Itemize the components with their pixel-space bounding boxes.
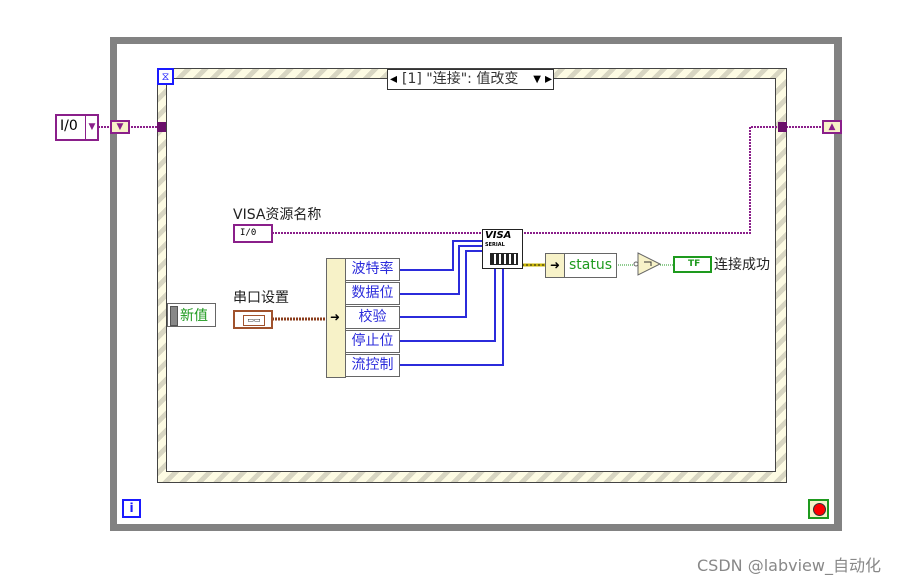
shift-register-left[interactable]: ▼ [110,120,130,134]
unbundle-item-baud[interactable]: 波特率 [345,258,400,281]
new-value-label: 新值 [180,308,208,324]
parity-wire [400,250,482,318]
unbundle-status[interactable]: ➜ status [545,253,617,278]
connect-success-indicator[interactable]: TF [673,256,712,273]
serial-port-icon [490,253,518,265]
io-glyph: I/0 [240,228,257,238]
not-gate [637,252,662,276]
unbundle-item-flow[interactable]: 流控制 [345,354,400,377]
next-case-arrow[interactable]: ▸ [545,70,552,89]
tf-glyph: TF [688,259,701,269]
node-handle [170,306,178,326]
serial-settings-cluster-terminal[interactable]: ▭▭ [233,310,273,329]
watermark: CSDN @labview_自动化 [697,556,881,575]
stop-icon [813,503,826,516]
visa-subtitle: SERIAL [485,242,505,248]
tunnel-in [157,122,166,132]
arrow-icon: ➜ [330,310,341,324]
connect-success-label: 连接成功 [714,257,770,273]
visa-resource-label: VISA资源名称 [233,207,322,223]
unbundle-item-databits[interactable]: 数据位 [345,282,400,305]
status-label: status [569,257,613,273]
visa-resource-control-outer[interactable]: I/0 ▼ [55,114,99,141]
dropdown-icon[interactable]: ▼ [85,116,98,139]
shift-register-right[interactable]: ▲ [822,120,842,134]
visa-wire-main [272,126,778,234]
dropdown-icon[interactable]: ▼ [533,70,541,89]
iteration-terminal: i [122,499,141,518]
io-glyph: I/0 [60,118,78,134]
prev-case-arrow[interactable]: ◂ [390,70,397,89]
event-selector[interactable]: ◂ [1] "连接": 值改变 ▼ ▸ [387,69,554,90]
arrow-icon: ➜ [546,254,565,277]
unbundle-item-stopbits[interactable]: 停止位 [345,330,400,353]
unbundle-by-name[interactable]: ➜ [326,258,346,378]
visa-configure-serial-node[interactable]: VISA SERIAL [482,229,523,269]
unbundle-item-parity[interactable]: 校验 [345,306,400,329]
stopbits-wire [400,268,496,342]
cluster-icon: ▭▭ [243,315,265,326]
serial-settings-label: 串口设置 [233,290,289,306]
not-bubble [633,261,639,267]
tunnel-out [778,122,787,132]
visa-title: VISA [485,230,512,241]
hourglass-icon: ⧖ [157,68,174,85]
visa-resource-terminal[interactable]: I/0 [233,224,273,243]
event-data-node[interactable]: 新值 [167,303,216,327]
event-selector-label: [1] "连接": 值改变 [402,71,519,87]
block-diagram: ◂ [1] "连接": 值改变 ▼ ▸ ⧖ I/0 ▼ ▼ ▲ VISA资源名称… [0,0,919,580]
stop-terminal[interactable] [808,499,829,519]
